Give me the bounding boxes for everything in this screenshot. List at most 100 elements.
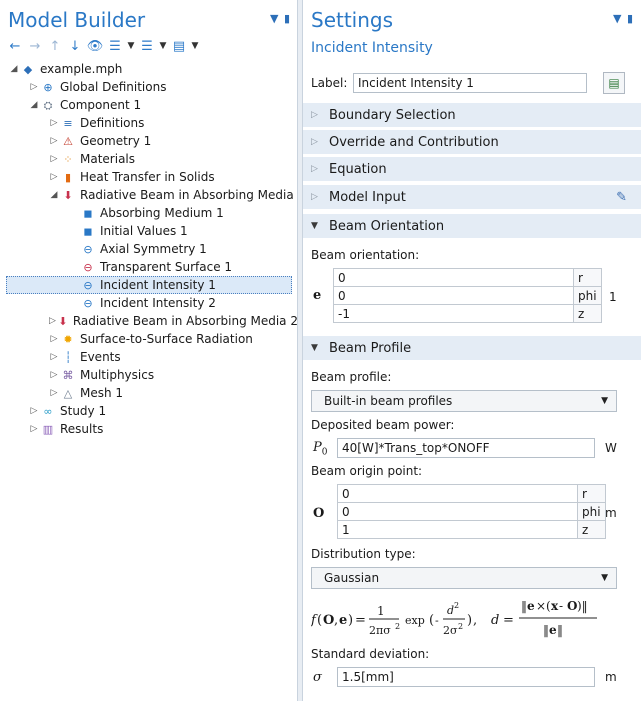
deposited-power-caption: Deposited beam power: [311, 418, 455, 432]
tree-node[interactable]: ▷ ⚠ Geometry 1 [0, 132, 298, 150]
tree-node-label: Global Definitions [60, 80, 167, 94]
collapse-dropdown-icon[interactable]: ▼ [126, 37, 136, 55]
svg-text:exp: exp [405, 614, 425, 627]
tree-node[interactable]: ▷ ▥ Results [0, 420, 298, 438]
tree-collapsed-icon[interactable]: ▷ [48, 352, 60, 362]
move-down-icon[interactable]: ↓ [66, 37, 84, 55]
tree-node[interactable]: ▷ ⬇ Radiative Beam in Absorbing Media 2 [0, 312, 298, 330]
tree-node[interactable]: ◼ Absorbing Medium 1 [0, 204, 298, 222]
pane-menu-icon[interactable]: ▼ [613, 12, 621, 25]
svg-text:-: - [559, 599, 563, 613]
pin-icon[interactable]: ▮ [627, 12, 633, 25]
collapse-list-icon[interactable]: ☰ [106, 37, 124, 55]
origin-value-cell[interactable]: 0 [337, 502, 578, 521]
tree-node-label: Events [80, 350, 121, 364]
orientation-value-cell[interactable]: 0 [333, 286, 574, 305]
label-edit-button[interactable]: ▤ [603, 72, 625, 94]
orientation-component-cell: r [573, 268, 602, 287]
materials-icon: ⁘ [63, 152, 73, 166]
tree-collapsed-icon[interactable]: ▷ [28, 82, 40, 92]
orientation-value-cell[interactable]: -1 [333, 304, 574, 323]
model-tree: ◢ ◆ example.mph ▷ ⊕ Global Definitions ◢ ⛭ Compo… [0, 60, 298, 438]
std-deviation-caption: Standard deviation: [311, 647, 430, 661]
forward-arrow-icon[interactable]: → [26, 37, 44, 55]
pane-menu-icon[interactable]: ▼ [270, 12, 278, 25]
model-builder-title: Model Builder [8, 8, 146, 32]
tree-node[interactable]: ▷ ≡ Definitions [0, 114, 298, 132]
domain-feature-icon: ◼ [83, 206, 93, 220]
tree-collapsed-icon[interactable]: ▷ [48, 136, 60, 146]
tree-node[interactable]: ▷ ⊕ Global Definitions [0, 78, 298, 96]
tree-node[interactable]: ◢ ◆ example.mph [0, 60, 298, 78]
svg-text:(: ( [429, 613, 434, 628]
expand-list-icon[interactable]: ☰ [138, 37, 156, 55]
tree-node[interactable]: ▷ ▮ Heat Transfer in Solids [0, 168, 298, 186]
tree-collapsed-icon[interactable]: ▷ [48, 154, 60, 164]
orientation-value-cell[interactable]: 0 [333, 268, 574, 287]
tree-node[interactable]: ▷ △ Mesh 1 [0, 384, 298, 402]
tree-node[interactable]: ▷ ∞ Study 1 [0, 402, 298, 420]
section-beam-orientation[interactable]: ▼ Beam Orientation [303, 214, 641, 238]
label-input[interactable] [353, 73, 587, 93]
tree-node-label: Radiative Beam in Absorbing Media 2 [72, 314, 298, 328]
std-deviation-input[interactable]: 1.5[mm] [337, 667, 595, 687]
expand-dropdown-icon[interactable]: ▼ [158, 37, 168, 55]
svg-text:x: x [551, 599, 559, 613]
file-diamond-icon: ◆ [23, 62, 33, 76]
edit-inputs-icon[interactable]: ✎ [616, 190, 627, 205]
heat-transfer-icon: ▮ [64, 170, 72, 184]
svg-text:-: - [435, 614, 439, 627]
tree-node[interactable]: ⊖ Incident Intensity 2 [0, 294, 298, 312]
svg-text:2σ: 2σ [443, 624, 458, 637]
std-symbol: σ [313, 670, 322, 685]
tree-expanded-icon[interactable]: ◢ [8, 64, 20, 74]
section-beam-profile[interactable]: ▼ Beam Profile [303, 336, 641, 360]
caret-right-icon: ▷ [311, 192, 318, 202]
tree-node-label: Multiphysics [80, 368, 155, 382]
tree-collapsed-icon[interactable]: ▷ [48, 370, 60, 380]
svg-text:×: × [536, 599, 546, 613]
tree-node[interactable]: ⊖ Axial Symmetry 1 [0, 240, 298, 258]
tree-expanded-icon[interactable]: ◢ [28, 100, 40, 110]
tree-node[interactable]: ⊖ Incident Intensity 1 [6, 276, 292, 294]
back-arrow-icon[interactable]: ← [6, 37, 24, 55]
tree-node[interactable]: ▷ ┆ Events [0, 348, 298, 366]
tree-collapsed-icon[interactable]: ▷ [28, 406, 40, 416]
tree-node[interactable]: ▷ ⌘ Multiphysics [0, 366, 298, 384]
section-override-contribution[interactable]: ▷ Override and Contribution [303, 130, 641, 154]
svg-text:)‖: )‖ [577, 599, 588, 613]
definitions-icon: ≡ [63, 116, 73, 130]
tree-collapsed-icon[interactable]: ▷ [48, 334, 60, 344]
section-equation[interactable]: ▷ Equation [303, 157, 641, 181]
tree-collapsed-icon[interactable]: ▷ [28, 424, 40, 434]
tree-node[interactable]: ▷ ⁘ Materials [0, 150, 298, 168]
view-dropdown-icon[interactable]: ▼ [190, 37, 200, 55]
origin-value-cell[interactable]: 1 [337, 520, 578, 539]
tree-node-label: example.mph [40, 62, 123, 76]
view-options-icon[interactable]: ▤ [170, 37, 188, 55]
tree-collapsed-icon[interactable]: ▷ [48, 172, 60, 182]
show-icon[interactable]: 👁 [86, 37, 104, 55]
tree-expanded-icon[interactable]: ◢ [48, 190, 60, 200]
deposited-power-input[interactable]: 40[W]*Trans_top*ONOFF [337, 438, 595, 458]
tree-node[interactable]: ◢ ⛭ Component 1 [0, 96, 298, 114]
move-up-icon[interactable]: ↑ [46, 37, 64, 55]
tree-node[interactable]: ◼ Initial Values 1 [0, 222, 298, 240]
origin-component-cell: phi [577, 502, 606, 521]
tree-collapsed-icon[interactable]: ▷ [48, 316, 57, 326]
distribution-select[interactable]: Gaussian ▼ [311, 567, 617, 589]
beam-profile-select[interactable]: Built-in beam profiles ▼ [311, 390, 617, 412]
settings-subtitle: Incident Intensity [311, 40, 433, 56]
tree-node[interactable]: ⊖ Transparent Surface 1 [0, 258, 298, 276]
tree-node-label: Transparent Surface 1 [100, 260, 233, 274]
section-boundary-selection[interactable]: ▷ Boundary Selection [303, 103, 641, 127]
tree-node[interactable]: ▷ ✹ Surface-to-Surface Radiation [0, 330, 298, 348]
tree-node[interactable]: ◢ ⬇ Radiative Beam in Absorbing Media [0, 186, 298, 204]
section-model-input[interactable]: ▷ Model Input ✎ [303, 185, 641, 209]
model-builder-toolbar: ← → ↑ ↓ 👁 ☰ ▼ ☰ ▼ ▤ ▼ [6, 36, 292, 56]
tree-collapsed-icon[interactable]: ▷ [48, 118, 60, 128]
orientation-component-cell: z [573, 304, 602, 323]
pin-icon[interactable]: ▮ [284, 12, 290, 25]
tree-collapsed-icon[interactable]: ▷ [48, 388, 60, 398]
origin-value-cell[interactable]: 0 [337, 484, 578, 503]
